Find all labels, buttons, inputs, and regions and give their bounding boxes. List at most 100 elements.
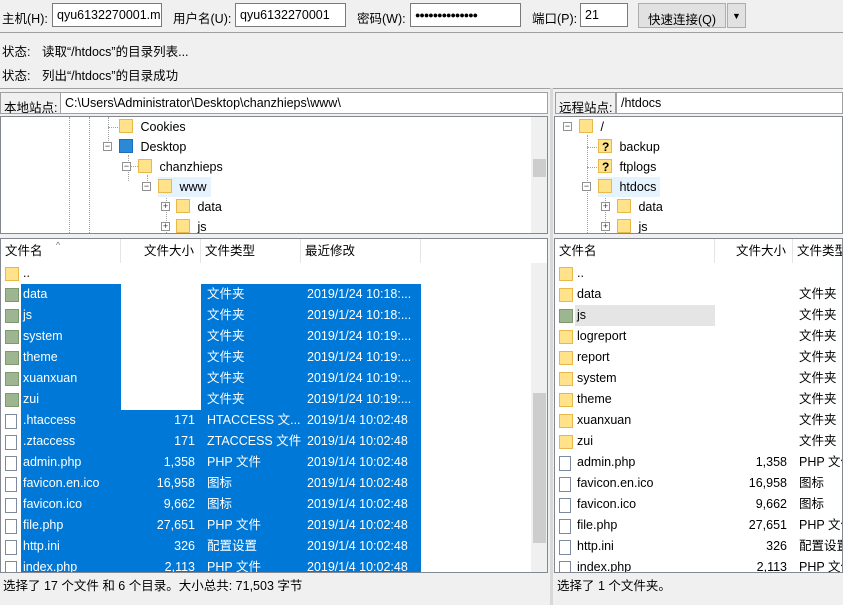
local-tree-scrollbar[interactable] — [531, 117, 547, 233]
tree-item-label: chanzhieps — [159, 160, 223, 174]
local-directory-tree[interactable]: Cookies − Desktop − chanzhieps − www + d… — [0, 116, 548, 234]
file-icon — [559, 456, 571, 471]
collapse-icon[interactable]: − — [122, 162, 131, 171]
file-row[interactable]: xuanxuan 文件夹 2019/1/24 10:19:... — [1, 368, 421, 389]
scrollbar-thumb[interactable] — [533, 159, 546, 177]
file-modified: 2019/1/4 10:02:48 — [301, 557, 421, 572]
file-row[interactable]: theme 文件夹 2019/1/24 10:19:... — [1, 347, 421, 368]
local-col-type[interactable]: 文件类型 — [201, 239, 301, 263]
tree-item-label: data — [197, 200, 222, 214]
file-size: 1,358 — [755, 455, 787, 469]
local-site-label: 本地站点: — [0, 92, 62, 115]
file-row[interactable]: xuanxuan 文件夹 — [555, 410, 842, 431]
local-tree-item-desktop[interactable]: Desktop — [119, 137, 186, 157]
local-col-size[interactable]: 文件大小 — [121, 239, 201, 263]
remote-tree-item-js[interactable]: js — [617, 217, 648, 233]
file-row[interactable]: js 文件夹 — [555, 305, 842, 326]
local-col-modified[interactable]: 最近修改 — [301, 239, 421, 263]
file-row[interactable]: .htaccess 171 HTACCESS 文... 2019/1/4 10:02:… — [1, 410, 421, 431]
file-row[interactable]: system 文件夹 2019/1/24 10:19:... — [1, 326, 421, 347]
folder-icon — [598, 179, 612, 193]
file-row[interactable]: .ztaccess 171 ZTACCESS 文件 2019/1/4 10:02:48 — [1, 431, 421, 452]
file-row[interactable]: favicon.en.ico 16,958 图标 — [555, 473, 842, 494]
file-type: 文件夹 — [799, 329, 837, 343]
remote-col-type[interactable]: 文件类型 — [793, 239, 842, 263]
remote-tree-item-htdocs[interactable]: htdocs — [598, 177, 661, 197]
collapse-icon[interactable]: − — [582, 182, 591, 191]
expand-icon[interactable]: + — [161, 202, 170, 211]
file-row[interactable]: system 文件夹 — [555, 368, 842, 389]
file-modified: 2019/1/24 10:18:... — [301, 305, 421, 326]
file-icon — [5, 540, 17, 555]
local-tree-item-chanzhieps[interactable]: chanzhieps — [138, 157, 223, 177]
folder-icon — [5, 393, 19, 407]
file-name: xuanxuan — [21, 368, 121, 389]
file-row[interactable]: index.php 2,113 PHP 文件 2019/1/4 10:02:48 — [1, 557, 421, 572]
remote-col-size[interactable]: 文件大小 — [715, 239, 793, 263]
expand-icon[interactable]: + — [601, 222, 610, 231]
folder-icon — [5, 330, 19, 344]
file-row[interactable]: file.php 27,651 PHP 文件 2019/1/4 10:02:48 — [1, 515, 421, 536]
password-input[interactable]: ●●●●●●●●●●●●●● — [410, 3, 521, 27]
file-row[interactable]: report 文件夹 — [555, 347, 842, 368]
tree-item-label: Cookies — [140, 120, 186, 134]
local-tree-item-data[interactable]: data — [176, 197, 222, 217]
file-type: 文件夹 — [201, 347, 301, 368]
collapse-icon[interactable]: − — [563, 122, 572, 131]
file-row[interactable]: file.php 27,651 PHP 文件 — [555, 515, 842, 536]
remote-site-path-input[interactable]: /htdocs — [616, 92, 843, 114]
file-icon — [5, 498, 17, 513]
file-row[interactable]: http.ini 326 配置设置 — [555, 536, 842, 557]
file-row[interactable]: .. — [555, 263, 842, 284]
remote-tree-item-backup[interactable]: backup — [598, 137, 660, 157]
file-row[interactable]: favicon.ico 9,662 图标 — [555, 494, 842, 515]
username-input[interactable]: qyu6132270001 — [235, 3, 346, 27]
quickconnect-dropdown-icon[interactable]: ▼ — [727, 3, 746, 28]
file-row[interactable]: admin.php 1,358 PHP 文件 2019/1/4 10:02:48 — [1, 452, 421, 473]
file-type: 配置设置 — [799, 539, 842, 553]
local-site-path-input[interactable]: C:\Users\Administrator\Desktop\chanzhiep… — [60, 92, 548, 114]
scrollbar-thumb[interactable] — [533, 393, 546, 543]
remote-tree-item-data[interactable]: data — [617, 197, 663, 217]
local-file-list[interactable]: 文件名 ^ 文件大小 文件类型 最近修改 .. data 文件夹 2019/1/24 1… — [0, 238, 548, 573]
expand-icon[interactable]: + — [161, 222, 170, 231]
file-row[interactable]: theme 文件夹 — [555, 389, 842, 410]
tree-item-label: backup — [619, 140, 660, 154]
remote-tree-item-root[interactable]: / — [579, 117, 604, 137]
local-tree-item-www[interactable]: www — [158, 177, 211, 197]
file-row[interactable]: .. — [1, 263, 421, 284]
remote-status-bar: 选择了 1 个文件夹。 — [557, 579, 671, 593]
file-row[interactable]: http.ini 326 配置设置 2019/1/4 10:02:48 — [1, 536, 421, 557]
file-row[interactable]: favicon.en.ico 16,958 图标 2019/1/4 10:02:48 — [1, 473, 421, 494]
file-row[interactable]: logreport 文件夹 — [555, 326, 842, 347]
pane-splitter[interactable] — [550, 88, 553, 605]
file-row[interactable]: js 文件夹 2019/1/24 10:18:... — [1, 305, 421, 326]
file-row[interactable]: favicon.ico 9,662 图标 2019/1/4 10:02:48 — [1, 494, 421, 515]
file-icon — [5, 477, 17, 492]
local-col-name[interactable]: 文件名 ^ — [1, 239, 121, 263]
local-list-scrollbar[interactable] — [531, 263, 547, 572]
local-tree-item-js[interactable]: js — [176, 217, 207, 233]
remote-tree-item-ftplogs[interactable]: ftplogs — [598, 157, 656, 177]
file-row[interactable]: zui 文件夹 — [555, 431, 842, 452]
log-text: 读取“/htdocs”的目录列表... — [41, 45, 189, 59]
local-tree-item-cookies[interactable]: Cookies — [119, 117, 186, 137]
file-row[interactable]: data 文件夹 2019/1/24 10:18:... — [1, 284, 421, 305]
expand-icon[interactable]: + — [601, 202, 610, 211]
file-name: system — [577, 371, 617, 385]
file-row[interactable]: admin.php 1,358 PHP 文件 — [555, 452, 842, 473]
port-input[interactable]: 21 — [580, 3, 628, 27]
file-icon — [559, 519, 571, 534]
host-input[interactable]: qyu6132270001.m — [52, 3, 162, 27]
file-row[interactable]: index.php 2,113 PHP 文件 — [555, 557, 842, 572]
folder-icon — [5, 288, 19, 302]
remote-directory-tree[interactable]: − / backup ftplogs − htdocs + data + js — [554, 116, 843, 234]
file-row[interactable]: zui 文件夹 2019/1/24 10:19:... — [1, 389, 421, 410]
quickconnect-button[interactable]: 快速连接(Q) — [638, 3, 726, 28]
remote-col-name[interactable]: 文件名 — [555, 239, 715, 263]
file-row[interactable]: data 文件夹 — [555, 284, 842, 305]
collapse-icon[interactable]: − — [142, 182, 151, 191]
collapse-icon[interactable]: − — [103, 142, 112, 151]
file-size: 16,958 — [748, 476, 787, 490]
remote-file-list[interactable]: 文件名 文件大小 文件类型 .. data 文件夹 js 文件夹 logreport 文件夹… — [554, 238, 843, 573]
